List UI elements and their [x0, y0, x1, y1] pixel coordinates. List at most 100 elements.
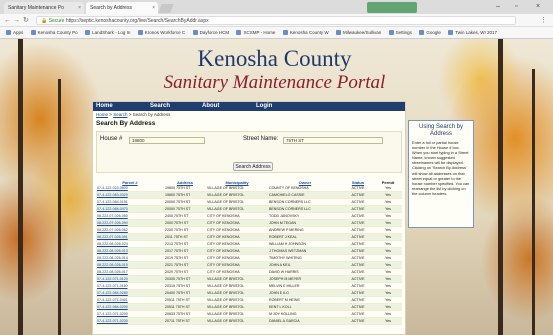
help-title: Using Search by Address: [418, 124, 464, 137]
parcel-link[interactable]: 08-222-07-026-050: [96, 212, 164, 221]
table-row: 07-4-122-071-0200 20633 75TH ST VILLAGE OF…: [96, 310, 402, 319]
parcel-link[interactable]: 08-222-08-026-017: [96, 268, 164, 277]
bookmark-item[interactable]: Dayforce HCM: [192, 27, 229, 38]
owner-cell: ANDREW P MERING: [268, 226, 342, 235]
permit-cell: Yes: [374, 268, 402, 277]
address-cell: 20511 75TH ST: [164, 296, 206, 305]
bookmark-icon: [137, 30, 143, 35]
municipality-cell: VILLAGE OF BRISTOL: [206, 317, 268, 326]
municipality-cell: CITY OF KENOSHA: [206, 219, 268, 228]
gear-icon: [388, 30, 394, 35]
parcel-link[interactable]: 07-4-122-084-0280: [96, 289, 164, 298]
bookmark-item[interactable]: XCSMP - Home: [236, 27, 275, 38]
close-window-icon[interactable]: ×: [536, 0, 540, 13]
parcel-link[interactable]: 07-4-122-071-0120: [96, 275, 164, 284]
breadcrumb-search[interactable]: Search: [113, 112, 127, 117]
bookmark-icon: [85, 30, 91, 35]
parcel-link[interactable]: 08-222-08-026-014: [96, 254, 164, 263]
address-bar[interactable]: 🔒 Secure https://septic.kenoshacounty.or…: [36, 16, 516, 25]
new-tab-button[interactable]: [158, 4, 174, 13]
parcel-link[interactable]: 07-4-122-084-0151: [96, 198, 164, 207]
bookmark-item[interactable]: Kenosha County Po: [30, 27, 78, 38]
minimize-icon[interactable]: –: [496, 0, 500, 13]
table-row: 07-4-122-071-0401 20511 75TH ST VILLAGE OF…: [96, 296, 402, 305]
table-row: 07-4-122-023-0800 19800 75TH ST VILLAGE OF…: [96, 185, 402, 193]
site-subtitle: Sanitary Maintenance Portal: [163, 72, 386, 93]
street-name-input[interactable]: 75TH ST: [283, 137, 383, 144]
close-tab-icon[interactable]: ×: [78, 2, 81, 14]
permit-cell: Yes: [374, 317, 402, 326]
owner-cell: ROBERT M HEINS: [268, 296, 342, 305]
owner-cell: CAMCHIELO CASSIE: [268, 191, 342, 200]
tab-sanitary-portal[interactable]: Sanitary Maintenance Po ×: [4, 2, 84, 14]
bookmark-item[interactable]: Google: [419, 27, 441, 38]
bookmark-item[interactable]: Apps: [6, 27, 23, 38]
status-cell: ACTIVE: [342, 275, 374, 284]
bookmark-item[interactable]: Kenosha County W: [282, 27, 329, 38]
municipality-cell: VILLAGE OF BRISTOL: [206, 185, 268, 193]
table-row: 08-222-07-026-050 2400 75TH ST CITY OF KEN…: [96, 212, 402, 221]
address-cell: 20000 75TH ST: [164, 205, 206, 214]
municipality-cell: CITY OF KENOSHA: [206, 233, 268, 242]
owner-cell: MELVIN E MILLER: [268, 282, 342, 291]
apps-icon: [6, 30, 11, 35]
house-number-label: House #: [100, 136, 123, 142]
secure-label: Secure: [48, 18, 65, 24]
maximize-icon[interactable]: ▫: [515, 0, 517, 13]
parcel-link[interactable]: 08-222-08-026-024: [96, 240, 164, 249]
parcel-link[interactable]: 08-222-08-026-015: [96, 261, 164, 270]
bookmark-item[interactable]: LandShark - Log In: [85, 27, 130, 38]
tree-trunk: [18, 39, 23, 335]
owner-cell: KENT L KOLL: [268, 303, 342, 312]
parcel-link[interactable]: 07-4-122-083-0320: [96, 191, 164, 200]
parcel-link[interactable]: 08-222-07-026-091: [96, 233, 164, 242]
parcel-link[interactable]: 08-222-08-026-013: [96, 247, 164, 256]
parcel-link[interactable]: 08-222-07-026-062: [96, 226, 164, 235]
municipality-cell: VILLAGE OF BRISTOL: [206, 198, 268, 207]
tab-search-by-address[interactable]: Search by Address ×: [86, 2, 158, 14]
lock-icon: 🔒: [41, 18, 49, 24]
content-panel: Home Search About Login Home > Search > …: [92, 101, 406, 335]
parcel-link[interactable]: 07-4-122-071-0230: [96, 317, 164, 326]
house-number-input[interactable]: 19800: [129, 137, 205, 144]
owner-cell: DANIEL A GARCIA: [268, 317, 342, 326]
parcel-link[interactable]: 07-4-122-084-0470: [96, 205, 164, 214]
parcel-link[interactable]: 07-4-122-071-0110: [96, 282, 164, 291]
parcel-link[interactable]: 07-4-122-071-0401: [96, 296, 164, 305]
table-row: 07-4-122-071-0230 20711 75TH ST VILLAGE OF…: [96, 317, 402, 326]
nav-about[interactable]: About: [202, 102, 256, 111]
back-icon[interactable]: ←: [4, 16, 11, 25]
bookmark-item[interactable]: Settings: [388, 27, 412, 38]
help-box: Using Search by Address Enter a full or …: [408, 120, 474, 228]
bookmark-item[interactable]: Twin Lakes, WI 2017: [448, 27, 497, 38]
help-text: Enter a full or partial house number in …: [412, 140, 470, 196]
nav-search[interactable]: Search: [150, 102, 202, 111]
reload-icon[interactable]: ↻: [23, 16, 29, 25]
google-icon: [419, 30, 425, 35]
nav-login[interactable]: Login: [256, 102, 296, 111]
status-cell: ACTIVE: [342, 261, 374, 270]
parcel-link[interactable]: 08-222-07-026-090: [96, 219, 164, 228]
parcel-link[interactable]: 07-4-122-084-0200: [96, 303, 164, 312]
municipality-cell: VILLAGE OF BRISTOL: [206, 205, 268, 214]
parcel-link[interactable]: 07-4-122-023-0800: [96, 185, 164, 193]
parcel-link[interactable]: 07-4-122-071-0200: [96, 310, 164, 319]
browser-menu-icon[interactable]: ⋮: [540, 16, 547, 24]
table-row: 07-4-122-084-0280 20400 75TH ST VILLAGE OF…: [96, 289, 402, 298]
owner-cell: COUNTY OF KENOSHA: [268, 185, 342, 193]
table-row: 07-4-122-071-0120 20305 75TH ST VILLAGE OF…: [96, 275, 402, 284]
owner-cell: WILLIAM H JOHNSON: [268, 240, 342, 249]
table-row: 07-4-122-083-0320 19800 75TH ST VILLAGE OF…: [96, 191, 402, 200]
forward-icon[interactable]: →: [13, 16, 20, 25]
nav-home[interactable]: Home: [96, 102, 150, 111]
search-address-button[interactable]: Search Address: [233, 162, 273, 171]
table-row: 07-4-122-084-0200 20511 75TH ST VILLAGE OF…: [96, 303, 402, 312]
bookmark-item[interactable]: Milwaukee/Sullivan: [335, 27, 381, 38]
address-cell: 2021 75TH ST: [164, 261, 206, 270]
close-tab-icon[interactable]: ×: [152, 2, 155, 14]
owner-cell: JOSEPH M MEYER: [268, 275, 342, 284]
bookmark-item[interactable]: Kronos Workforce C: [137, 27, 185, 38]
breadcrumb-home[interactable]: Home: [96, 112, 108, 117]
status-cell: ACTIVE: [342, 317, 374, 326]
address-cell: 20400 75TH ST: [164, 289, 206, 298]
